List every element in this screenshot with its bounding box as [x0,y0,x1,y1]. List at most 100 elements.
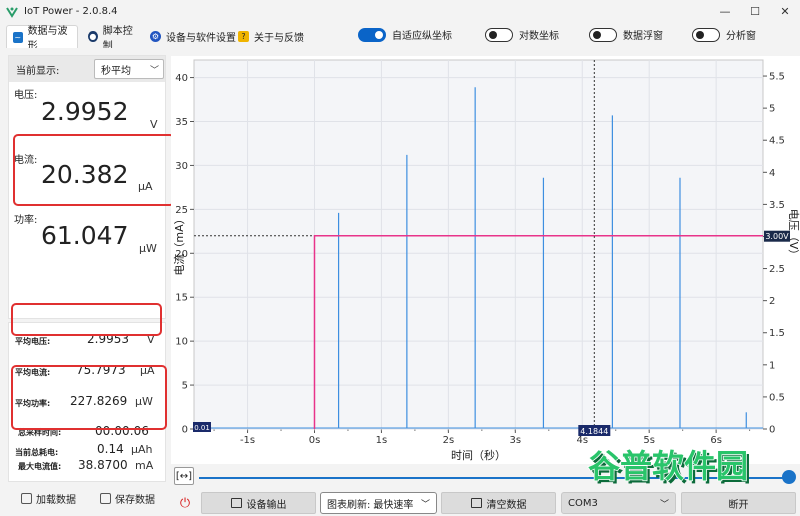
x-tick-label: 0s [309,435,321,446]
display-mode-select[interactable]: 秒平均 ﹀ [94,59,164,79]
select-value: 秒平均 [101,65,131,77]
toggle-log-axis[interactable]: 对数坐标 [485,27,559,42]
waveform-icon: ~ [13,31,23,43]
toggle-switch[interactable] [589,27,617,42]
tab-label: 脚本控制 [102,25,133,52]
button-label: 清空数据 [486,499,527,511]
chevron-down-icon: ﹀ [149,66,159,76]
tab-bar: ~ 数据与波形 ● 脚本控制 ⚙ 设备与软件设置 ? 关于与反馈 自适应纵坐标 … [0,22,800,52]
waveform-chart[interactable]: -1s 0s 1s 2s 3s 4s 5s 6s 0 5 10 15 20 25 30 35 40 0 0.5 1 1.… [171,56,800,464]
expand-button[interactable]: [↔] [174,467,194,485]
y-tick-label-left: 40 [175,73,188,84]
y-tick-label-right: 2 [769,296,775,307]
watermark-logo: 谷普软件园 谷普软件园 [585,440,785,500]
y-tick-label-right: 5 [769,104,775,115]
voltage-label: 电压: [14,90,38,101]
y-tick-label-right: 1 [769,360,775,371]
toggle-data-float[interactable]: 数据浮窗 [589,27,663,42]
total-energy-label: 当前总耗电: [15,448,59,457]
tab-data-waveform[interactable]: ~ 数据与波形 [6,25,78,52]
avg-voltage-label: 平均电压: [15,337,51,346]
display-mode-row: 当前显示: 秒平均 ﹀ [9,56,165,82]
y-axis-label-left: 电流（mA） [172,213,186,275]
maximize-button[interactable]: ☐ [740,0,770,22]
tab-label: 设备与软件设置 [166,33,236,44]
app-window: IoT Power - 2.0.8.4 — ☐ ✕ ~ 数据与波形 ● 脚本控制… [0,0,800,516]
max-current-value: 38.8700 [78,458,128,472]
voltage-value: 2.9952 [41,97,129,126]
toggle-switch[interactable] [485,27,513,42]
refresh-value: 最快速率 [373,499,414,511]
toggle-adaptive-axis[interactable]: 自适应纵坐标 [358,27,452,42]
button-label: 加载数据 [36,494,76,506]
y-tick-label-right: 1.5 [769,328,785,339]
y-tick-label-right: 5.5 [769,72,785,83]
chevron-down-icon: ﹀ [420,499,430,510]
gear-icon: ⚙ [150,31,161,42]
y-tick-label-left: 0 [182,425,188,436]
toggle-switch[interactable] [358,27,386,42]
toggle-label: 数据浮窗 [623,31,663,42]
highlight-total-energy [11,365,167,430]
toggle-analysis-window[interactable]: 分析窗 [692,27,756,42]
display-label: 当前显示: [16,65,60,77]
power-value: 61.047 [41,221,129,250]
highlight-current [13,134,175,206]
clear-data-button[interactable]: 清空数据 [441,492,556,514]
tab-label: 关于与反馈 [254,33,304,44]
x-tick-label: 2s [443,435,455,446]
tab-script-control[interactable]: ● 脚本控制 [82,25,144,52]
eraser-icon [470,498,482,508]
refresh-rate-select[interactable]: 图表刷新: 最快速率 ﹀ [320,492,437,514]
y-cursor-label-right: 3.00V [765,232,789,241]
save-icon [100,492,111,504]
y-tick-label-right: 0 [769,425,775,436]
total-energy-value: 0.14 [97,442,124,456]
question-icon: ? [238,31,249,42]
refresh-label: 图表刷新: [327,499,371,511]
y-tick-label-right: 4 [769,168,775,179]
x-tick-label: 3s [510,435,522,446]
chart-svg: -1s 0s 1s 2s 3s 4s 5s 6s051015202530354000.511.… [172,59,800,462]
max-current-label: 最大电流值: [18,462,62,471]
y-cursor-label-left: 0.01 [194,424,210,432]
y-tick-label-right: 0.5 [769,392,785,403]
power-unit: μW [139,242,157,255]
plot-area [193,59,764,430]
x-axis-label: 时间（秒） [451,448,506,462]
voltage-unit: V [150,118,158,131]
power-icon[interactable]: ⏻ [174,492,196,514]
window-controls: — ☐ ✕ [710,0,800,22]
y-tick-label-right: 3.5 [769,200,785,211]
tab-about-feedback[interactable]: ? 关于与反馈 [232,25,312,48]
rocket-icon: ● [88,31,98,42]
max-current-unit: mA [135,459,154,472]
minimize-button[interactable]: — [710,0,740,22]
window-title: IoT Power - 2.0.8.4 [24,5,118,17]
watermark-text: 谷普软件园 [588,447,748,485]
y-tick-label-right: 4.5 [769,136,785,147]
save-data-button[interactable]: 保存数据 [100,488,155,508]
toggle-label: 对数坐标 [519,31,559,42]
load-data-button[interactable]: 加载数据 [21,488,76,508]
button-label: 保存数据 [115,494,155,506]
output-icon [230,498,242,508]
toggle-label: 分析窗 [726,31,756,42]
y-tick-label-left: 15 [175,293,188,304]
close-button[interactable]: ✕ [770,0,800,22]
x-tick-label: -1s [240,435,255,446]
total-energy-unit: μAh [131,443,153,456]
y-tick-label-right: 2.5 [769,264,785,275]
left-panel: 当前显示: 秒平均 ﹀ 电压: 2.9952 V 电流: 20.382 μA 功… [3,48,175,516]
toggle-label: 自适应纵坐标 [392,31,452,42]
y-tick-label-left: 5 [182,381,188,392]
y-tick-label-left: 10 [175,337,188,348]
highlight-avg-current [11,303,162,336]
app-logo-icon [5,4,19,18]
v-cursor-label: 4.1844 [580,427,608,436]
toggle-switch[interactable] [692,27,720,42]
power-label: 功率: [14,215,38,226]
button-label: 设备输出 [246,499,287,511]
y-tick-label-left: 30 [175,161,188,172]
device-output-button[interactable]: 设备输出 [201,492,316,514]
